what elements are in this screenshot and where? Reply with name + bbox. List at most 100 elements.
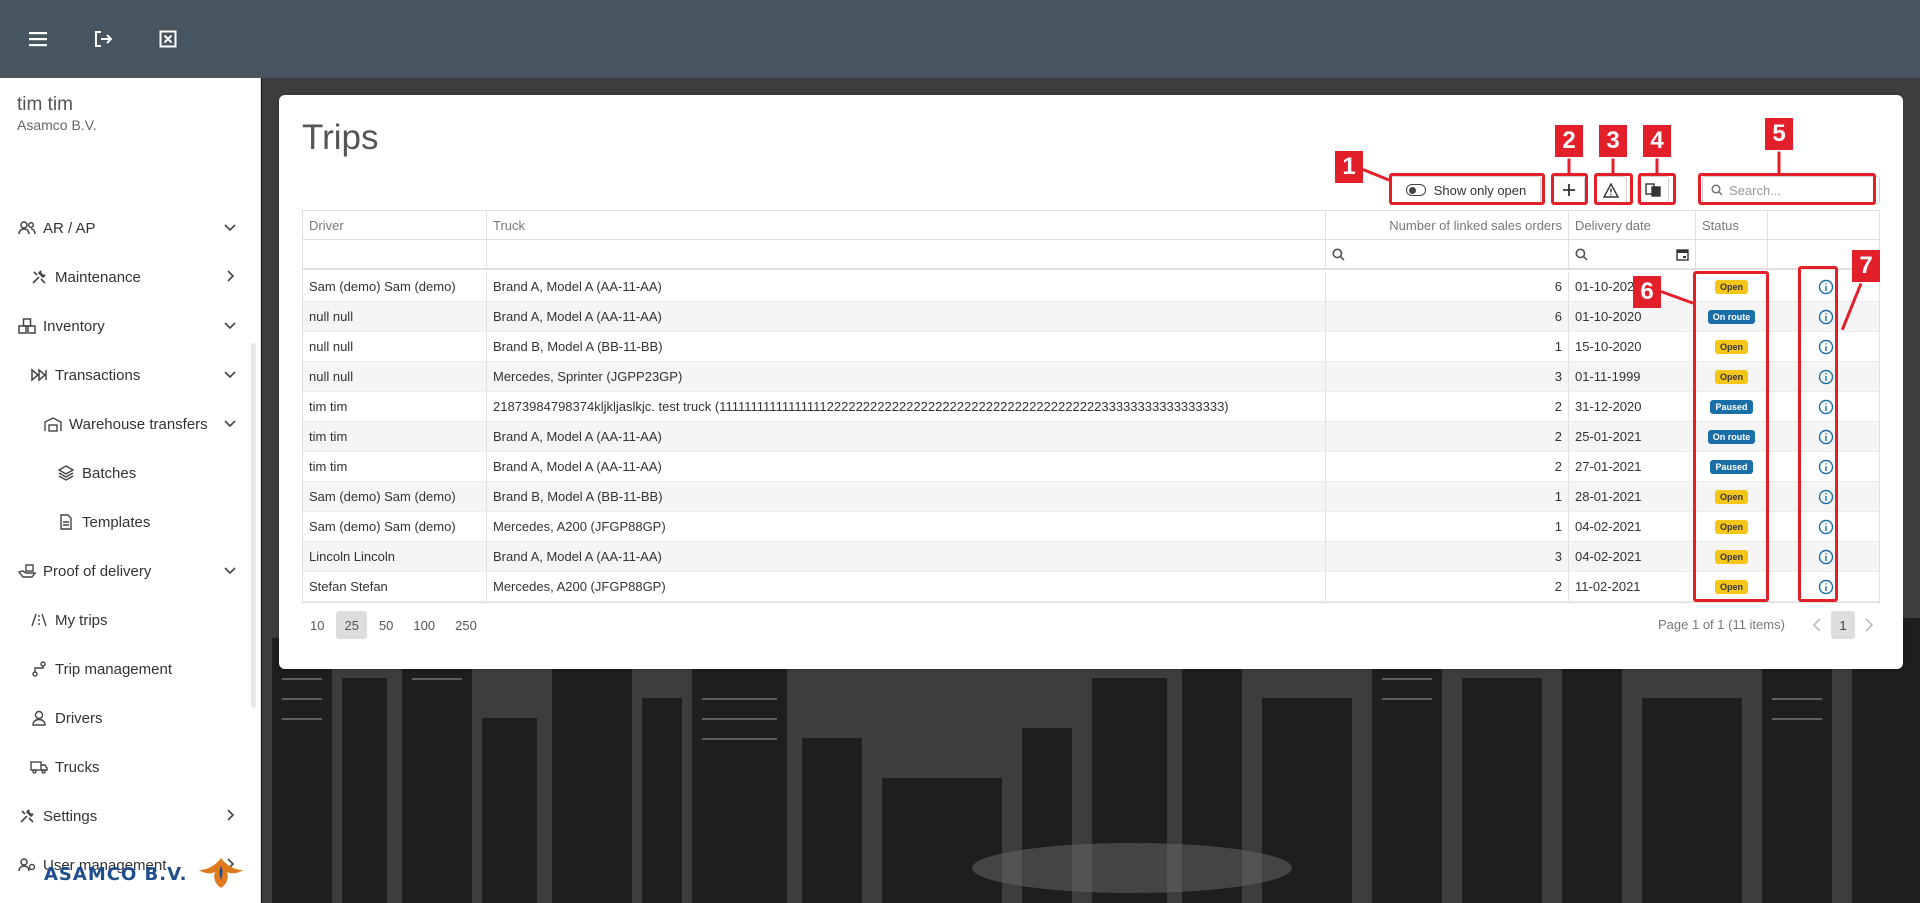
sidebar-item-my-trips[interactable]: My trips: [0, 600, 248, 640]
filter-truck[interactable]: [487, 240, 1326, 268]
sidebar-item-trip-management[interactable]: Trip management: [0, 649, 248, 689]
status-badge: On route: [1707, 429, 1756, 444]
cell-actions: [1768, 422, 1879, 451]
cell-driver: Sam (demo) Sam (demo): [303, 272, 487, 301]
cell-truck: 21873984798374kljkljaslkjc. test truck (…: [487, 392, 1326, 421]
chevron-down-icon: [224, 420, 236, 428]
hand-box-icon: [17, 561, 37, 581]
sidebar-item-ar-ap[interactable]: AR / AP: [0, 208, 248, 248]
info-icon[interactable]: [1818, 489, 1834, 505]
search-input[interactable]: [1729, 182, 1869, 198]
previous-page-button[interactable]: [1807, 613, 1827, 637]
filter-delivery-date[interactable]: [1569, 240, 1696, 268]
header-linked-orders[interactable]: Number of linked sales orders: [1326, 211, 1569, 239]
sidebar: tim tim Asamco B.V. AR / AP Maintenance …: [0, 78, 261, 903]
export-button[interactable]: [1637, 176, 1669, 204]
filter-linked-orders[interactable]: [1326, 240, 1569, 268]
info-icon[interactable]: [1818, 519, 1834, 535]
cell-truck: Mercedes, A200 (JFGP88GP): [487, 572, 1326, 601]
cell-linked-orders: 1: [1326, 332, 1569, 361]
info-icon[interactable]: [1818, 279, 1834, 295]
table-row[interactable]: Sam (demo) Sam (demo) Mercedes, A200 (JFG…: [303, 512, 1879, 542]
cell-status: Open: [1696, 542, 1768, 571]
info-icon[interactable]: [1818, 369, 1834, 385]
annotation-pointer-5: [1777, 151, 1781, 175]
annotation-label-6: 6: [1633, 276, 1661, 308]
header-status[interactable]: Status: [1696, 211, 1768, 239]
info-icon[interactable]: [1818, 579, 1834, 595]
table-row[interactable]: tim tim 21873984798374kljkljaslkjc. test …: [303, 392, 1879, 422]
page-size-option-active[interactable]: 25: [336, 611, 367, 639]
chevron-left-icon: [1812, 618, 1821, 632]
status-badge: Open: [1714, 549, 1748, 564]
sidebar-item-batches[interactable]: Batches: [0, 453, 248, 493]
cell-linked-orders: 3: [1326, 362, 1569, 391]
filter-status[interactable]: [1696, 240, 1768, 268]
cell-truck: Brand B, Model A (BB-11-BB): [487, 482, 1326, 511]
table-row[interactable]: tim tim Brand A, Model A (AA-11-AA) 2 25-01…: [303, 422, 1879, 452]
sidebar-item-label: Trip management: [55, 660, 172, 678]
status-badge: Open: [1714, 579, 1748, 594]
header-truck[interactable]: Truck: [487, 211, 1326, 239]
info-icon[interactable]: [1818, 429, 1834, 445]
page-size-option[interactable]: 10: [302, 611, 332, 639]
page-size-option[interactable]: 100: [405, 611, 443, 639]
cell-actions: [1768, 332, 1879, 361]
cell-linked-orders: 3: [1326, 542, 1569, 571]
sidebar-item-drivers[interactable]: Drivers: [0, 698, 248, 738]
page-size-option[interactable]: 50: [371, 611, 401, 639]
cell-status: Open: [1696, 512, 1768, 541]
close-window-icon[interactable]: [154, 25, 182, 53]
top-bar: [0, 0, 1920, 78]
table-row[interactable]: Stefan Stefan Mercedes, A200 (JFGP88GP) 2 1…: [303, 572, 1879, 602]
table-row[interactable]: Sam (demo) Sam (demo) Brand B, Model A (B…: [303, 482, 1879, 512]
table-row[interactable]: tim tim Brand A, Model A (AA-11-AA) 2 27-01…: [303, 452, 1879, 482]
sidebar-item-settings[interactable]: Settings: [0, 796, 248, 836]
table-row[interactable]: null null Mercedes, Sprinter (JGPP23GP) 3 0…: [303, 362, 1879, 392]
sidebar-item-label: Settings: [43, 807, 98, 825]
annotation-label-1: 1: [1335, 151, 1363, 183]
search-box[interactable]: [1702, 176, 1880, 204]
warnings-button[interactable]: [1595, 176, 1627, 204]
cell-driver: tim tim: [303, 392, 487, 421]
info-icon[interactable]: [1818, 399, 1834, 415]
show-only-open-toggle[interactable]: Show only open: [1391, 176, 1541, 204]
info-icon[interactable]: [1818, 549, 1834, 565]
cell-delivery-date: 28-01-2021: [1569, 482, 1696, 511]
cell-linked-orders: 2: [1326, 422, 1569, 451]
search-icon: [1332, 247, 1345, 260]
status-badge: Open: [1714, 519, 1748, 534]
status-badge: Open: [1714, 279, 1748, 294]
page-number-button[interactable]: 1: [1831, 611, 1855, 639]
next-page-button[interactable]: [1859, 613, 1879, 637]
sidebar-item-label: Maintenance: [55, 268, 141, 286]
info-icon[interactable]: [1818, 309, 1834, 325]
filter-driver[interactable]: [303, 240, 487, 268]
header-delivery-date[interactable]: Delivery date: [1569, 211, 1696, 239]
info-icon[interactable]: [1818, 459, 1834, 475]
sidebar-item-inventory[interactable]: Inventory: [0, 306, 248, 346]
logout-icon[interactable]: [89, 25, 117, 53]
chevron-right-icon: [227, 270, 235, 282]
sidebar-item-proof-of-delivery[interactable]: Proof of delivery: [0, 551, 248, 591]
sidebar-item-templates[interactable]: Templates: [0, 502, 248, 542]
layers-icon: [56, 463, 76, 483]
cell-linked-orders: 2: [1326, 572, 1569, 601]
table-row[interactable]: null null Brand B, Model A (BB-11-BB) 1 15-…: [303, 332, 1879, 362]
cell-status: On route: [1696, 422, 1768, 451]
sidebar-item-trucks[interactable]: Trucks: [0, 747, 248, 787]
sidebar-item-maintenance[interactable]: Maintenance: [0, 257, 248, 297]
table-row[interactable]: Lincoln Lincoln Brand A, Model A (AA-11-A…: [303, 542, 1879, 572]
page-size-option[interactable]: 250: [447, 611, 485, 639]
export-icon: [1645, 183, 1661, 197]
chevron-right-icon: [227, 809, 235, 821]
sidebar-item-warehouse-transfers[interactable]: Warehouse transfers: [0, 404, 248, 444]
sidebar-item-transactions[interactable]: Transactions: [0, 355, 248, 395]
calendar-icon[interactable]: [1676, 248, 1689, 261]
sidebar-item-label: Drivers: [55, 709, 103, 727]
add-trip-button[interactable]: [1553, 176, 1585, 204]
menu-icon[interactable]: [24, 25, 52, 53]
header-driver[interactable]: Driver: [303, 211, 487, 239]
sidebar-scrollbar[interactable]: [251, 343, 256, 708]
info-icon[interactable]: [1818, 339, 1834, 355]
